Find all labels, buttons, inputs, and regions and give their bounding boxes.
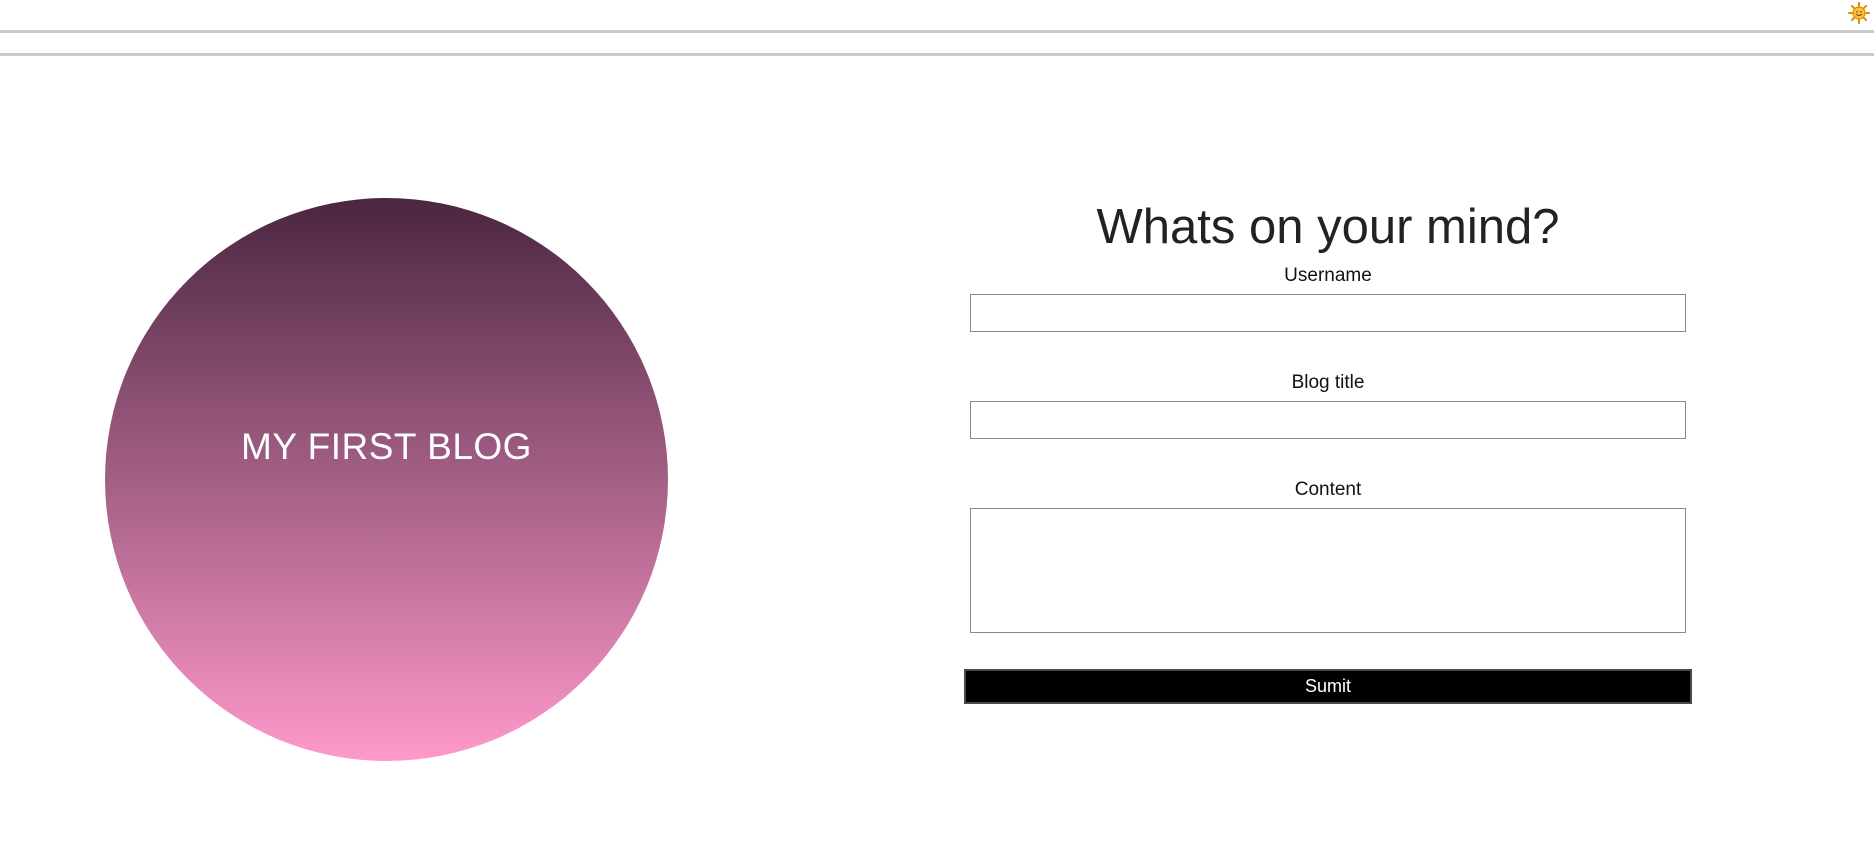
header-divider-top bbox=[0, 30, 1874, 33]
blog-title-label: Blog title bbox=[1291, 372, 1365, 393]
sun-icon[interactable] bbox=[1848, 2, 1870, 24]
hero-gradient-circle: MY FIRST BLOG bbox=[105, 198, 668, 761]
content-textarea[interactable] bbox=[970, 508, 1686, 633]
header-divider-bottom bbox=[0, 53, 1874, 56]
blog-title-input[interactable] bbox=[970, 401, 1686, 439]
username-label: Username bbox=[1284, 265, 1372, 286]
page: MY FIRST BLOG Whats on your mind? Userna… bbox=[0, 0, 1874, 853]
form-heading: Whats on your mind? bbox=[1096, 200, 1560, 254]
submit-button[interactable]: Sumit bbox=[964, 669, 1692, 704]
new-post-form: Whats on your mind? Username Blog title … bbox=[964, 195, 1692, 704]
username-input[interactable] bbox=[970, 294, 1686, 332]
top-bar bbox=[0, 0, 1874, 31]
content-label: Content bbox=[1294, 479, 1362, 500]
blog-title-banner: MY FIRST BLOG bbox=[241, 426, 532, 467]
